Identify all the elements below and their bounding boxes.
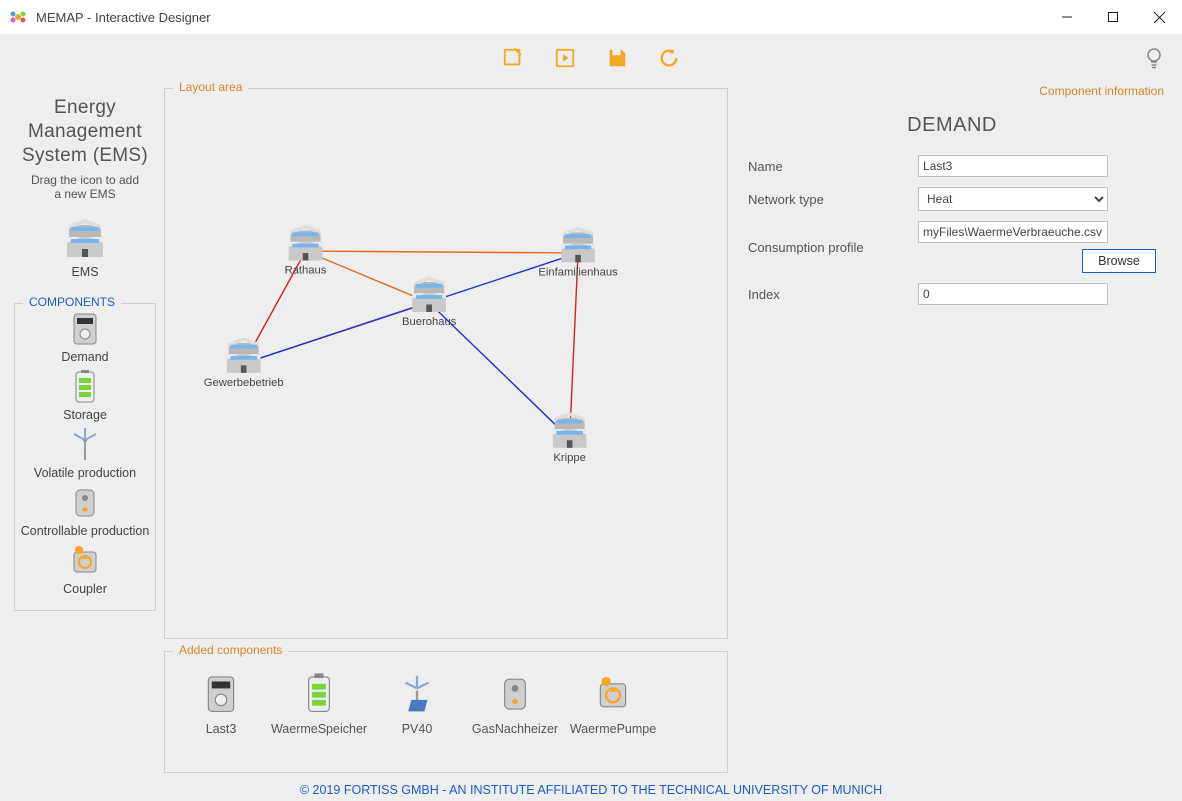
svg-text:Krippe: Krippe (553, 452, 585, 464)
svg-text:Buerohaus: Buerohaus (402, 316, 457, 328)
info-panel: Component information DEMAND Name Networ… (732, 82, 1172, 779)
components-legend: COMPONENTS (23, 295, 121, 309)
minimize-button[interactable] (1044, 0, 1090, 34)
added-item-waermepumpe[interactable]: WaermePumpe (573, 670, 653, 736)
added-icon (492, 670, 538, 716)
component-volatile[interactable]: Volatile production (17, 428, 153, 480)
component-storage[interactable]: Storage (17, 370, 153, 422)
edge-einfam-krippe[interactable] (570, 253, 578, 438)
component-controllable[interactable]: Controllable production (17, 486, 153, 538)
run-button[interactable] (553, 46, 577, 70)
maximize-button[interactable] (1090, 0, 1136, 34)
layout-legend: Layout area (173, 80, 248, 94)
help-bulb-icon[interactable] (1144, 46, 1164, 73)
node-krippe[interactable]: Krippe (553, 412, 587, 464)
boiler-icon (70, 486, 100, 520)
component-demand[interactable]: Demand (17, 312, 153, 364)
building-icon (61, 217, 109, 261)
sidebar-title: Energy Management System (EMS) (10, 96, 160, 167)
components-panel: COMPONENTS Demand Storage Volatile produ… (14, 303, 156, 611)
added-icon (394, 670, 440, 716)
storage-icon (70, 370, 100, 404)
footer: © 2019 FORTISS GMBH - AN INSTITUTE AFFIL… (0, 779, 1182, 801)
refresh-button[interactable] (657, 46, 681, 70)
index-label: Index (748, 287, 918, 302)
added-icon (296, 670, 342, 716)
wind-icon (70, 428, 100, 462)
svg-text:Einfamilienhaus: Einfamilienhaus (538, 266, 618, 278)
sidebar: Energy Management System (EMS) Drag the … (10, 82, 160, 779)
added-item-last3[interactable]: Last3 (181, 670, 261, 736)
svg-text:Gewerbebetrieb: Gewerbebetrieb (204, 377, 284, 389)
index-input[interactable] (918, 283, 1108, 305)
demand-icon (70, 312, 100, 346)
toolbar (0, 34, 1182, 82)
added-item-waermespeicher[interactable]: WaermeSpeicher (279, 670, 359, 736)
added-item-gasnachheizer[interactable]: GasNachheizer (475, 670, 555, 736)
app-logo-icon (8, 7, 28, 27)
titlebar: MEMAP - Interactive Designer (0, 0, 1182, 34)
component-coupler[interactable]: Coupler (17, 544, 153, 596)
edge-rathaus-einfam[interactable] (306, 251, 579, 253)
sidebar-hint: Drag the icon to add a new EMS (31, 173, 139, 201)
added-legend: Added components (173, 643, 288, 657)
close-button[interactable] (1136, 0, 1182, 34)
added-item-pv40[interactable]: PV40 (377, 670, 457, 736)
node-gewerbe[interactable]: Gewerbebetrieb (204, 337, 284, 389)
layout-area[interactable]: Layout area RathausGewerbebetriebBueroha… (164, 88, 728, 639)
browse-button[interactable]: Browse (1082, 249, 1156, 273)
info-title: DEMAND (732, 114, 1172, 137)
edge-rathaus-buero[interactable] (306, 251, 430, 303)
added-icon (198, 670, 244, 716)
added-components-panel: Added components Last3WaermeSpeicherPV40… (164, 651, 728, 773)
ems-palette-item[interactable]: EMS (61, 217, 109, 279)
save-button[interactable] (605, 46, 629, 70)
node-buero[interactable]: Buerohaus (402, 276, 457, 328)
added-icon (590, 670, 636, 716)
node-rathaus[interactable]: Rathaus (285, 225, 327, 277)
name-input[interactable] (918, 155, 1108, 177)
profile-label: Consumption profile (748, 240, 918, 255)
new-button[interactable] (501, 46, 525, 70)
name-label: Name (748, 159, 918, 174)
network-label: Network type (748, 192, 918, 207)
network-select[interactable]: Heat (918, 187, 1108, 211)
profile-input[interactable] (918, 221, 1108, 243)
svg-text:Rathaus: Rathaus (285, 265, 327, 277)
info-legend: Component information (732, 82, 1172, 98)
ems-label: EMS (71, 265, 98, 279)
window-title: MEMAP - Interactive Designer (36, 10, 211, 25)
layout-canvas[interactable]: Rathaus Gewerbebetrieb Buerohaus Einfamilie… (165, 89, 727, 638)
pump-icon (70, 544, 100, 578)
